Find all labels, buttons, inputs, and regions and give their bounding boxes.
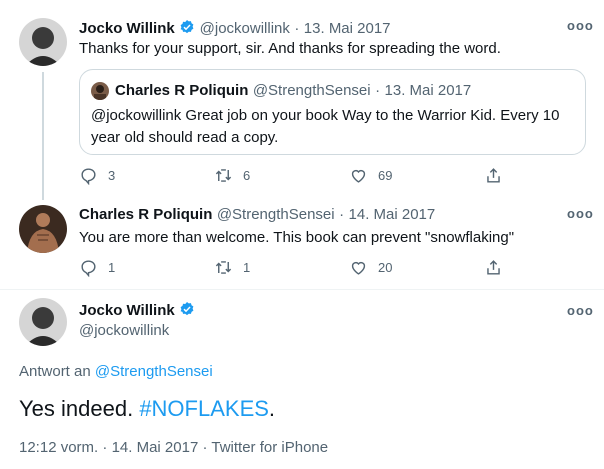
main-tweet-text: Yes indeed. #NOFLAKES.: [19, 396, 275, 422]
quote-text: @jockowillink Great job on your book Way…: [91, 107, 560, 146]
author-handle[interactable]: @StrengthSensei: [217, 206, 335, 223]
reply-prefix: Antwort an: [19, 363, 91, 380]
like-button[interactable]: 20: [349, 258, 392, 277]
tweet-actions: 3 6 69: [79, 164, 519, 186]
author-name[interactable]: Charles R Poliquin: [79, 206, 212, 223]
tweet-time[interactable]: 12:12 vorm.: [19, 439, 98, 456]
share-button[interactable]: [484, 258, 503, 277]
like-count: 20: [378, 259, 393, 275]
reply-to-link[interactable]: @StrengthSensei: [95, 363, 213, 380]
tweet-header: Charles R Poliquin @StrengthSensei · 14.…: [79, 206, 435, 224]
quote-author-name: Charles R Poliquin: [115, 82, 249, 99]
hashtag-link[interactable]: #NOFLAKES: [139, 396, 269, 421]
share-icon: [487, 167, 500, 183]
retweet-icon: [215, 260, 232, 274]
reply-context: Antwort an @StrengthSensei: [19, 363, 213, 380]
retweet-button[interactable]: 1: [214, 258, 250, 277]
like-button[interactable]: 69: [349, 166, 392, 185]
separator: ·: [294, 20, 300, 37]
author-handle[interactable]: @jockowillink: [79, 322, 169, 339]
main-author: Jocko Willink: [79, 301, 195, 320]
separator: ·: [375, 82, 381, 99]
heart-icon: [351, 261, 366, 275]
thread-line: [42, 72, 44, 200]
reply-button[interactable]: 3: [79, 166, 115, 185]
separator: ·: [339, 206, 345, 223]
reply-count: 3: [108, 167, 116, 183]
quoted-tweet[interactable]: Charles R Poliquin @StrengthSensei · 13.…: [79, 69, 586, 155]
heart-icon: [351, 169, 366, 183]
avatar-image: [19, 298, 67, 346]
avatar[interactable]: [19, 298, 67, 346]
separator: ·: [202, 439, 208, 456]
reply-icon: [81, 167, 96, 185]
verified-icon: [180, 302, 194, 316]
avatar[interactable]: [19, 18, 67, 66]
quote-date: 13. Mai 2017: [384, 82, 472, 99]
quote-author-handle: @StrengthSensei: [252, 82, 371, 99]
tweet-metadata: 12:12 vorm. · 14. Mai 2017 · Twitter for…: [19, 439, 328, 456]
share-button[interactable]: [484, 166, 503, 185]
author-name[interactable]: Jocko Willink: [79, 20, 175, 37]
share-icon: [487, 259, 500, 275]
retweet-button[interactable]: 6: [214, 166, 250, 185]
tweet-header: Jocko Willink @jockowillink · 13. Mai 20…: [79, 19, 391, 38]
tweet-date[interactable]: 13. Mai 2017: [304, 20, 391, 37]
tweet-actions: 1 1 20: [79, 256, 519, 278]
divider: [0, 289, 604, 290]
retweet-icon: [215, 168, 232, 182]
retweet-count: 1: [243, 259, 251, 275]
tweet-date[interactable]: 14. Mai 2017: [349, 206, 436, 223]
tweet-date[interactable]: 14. Mai 2017: [112, 439, 199, 456]
tweet-text: Thanks for your support, sir. And thanks…: [79, 40, 501, 57]
reply-icon: [81, 259, 96, 277]
quote-header: Charles R Poliquin @StrengthSensei · 13.…: [115, 82, 471, 100]
tweet-source[interactable]: Twitter for iPhone: [211, 439, 328, 456]
more-options-icon[interactable]: ooo: [567, 303, 594, 318]
like-count: 69: [378, 167, 393, 183]
author-name[interactable]: Jocko Willink: [79, 302, 175, 319]
author-handle[interactable]: @jockowillink: [200, 20, 290, 37]
avatar-image: [19, 18, 67, 66]
avatar-image: [19, 205, 67, 253]
verified-icon: [180, 20, 194, 34]
reply-button[interactable]: 1: [79, 258, 115, 277]
main-text-suffix: .: [268, 396, 276, 421]
main-text-prefix: Yes indeed.: [19, 396, 134, 421]
reply-count: 1: [108, 259, 116, 275]
retweet-count: 6: [243, 167, 251, 183]
more-options-icon[interactable]: ooo: [567, 18, 594, 33]
avatar[interactable]: [19, 205, 67, 253]
tweet-text: You are more than welcome. This book can…: [79, 229, 515, 246]
more-options-icon[interactable]: ooo: [567, 206, 594, 221]
separator: ·: [102, 439, 108, 456]
quote-avatar: [91, 82, 109, 100]
